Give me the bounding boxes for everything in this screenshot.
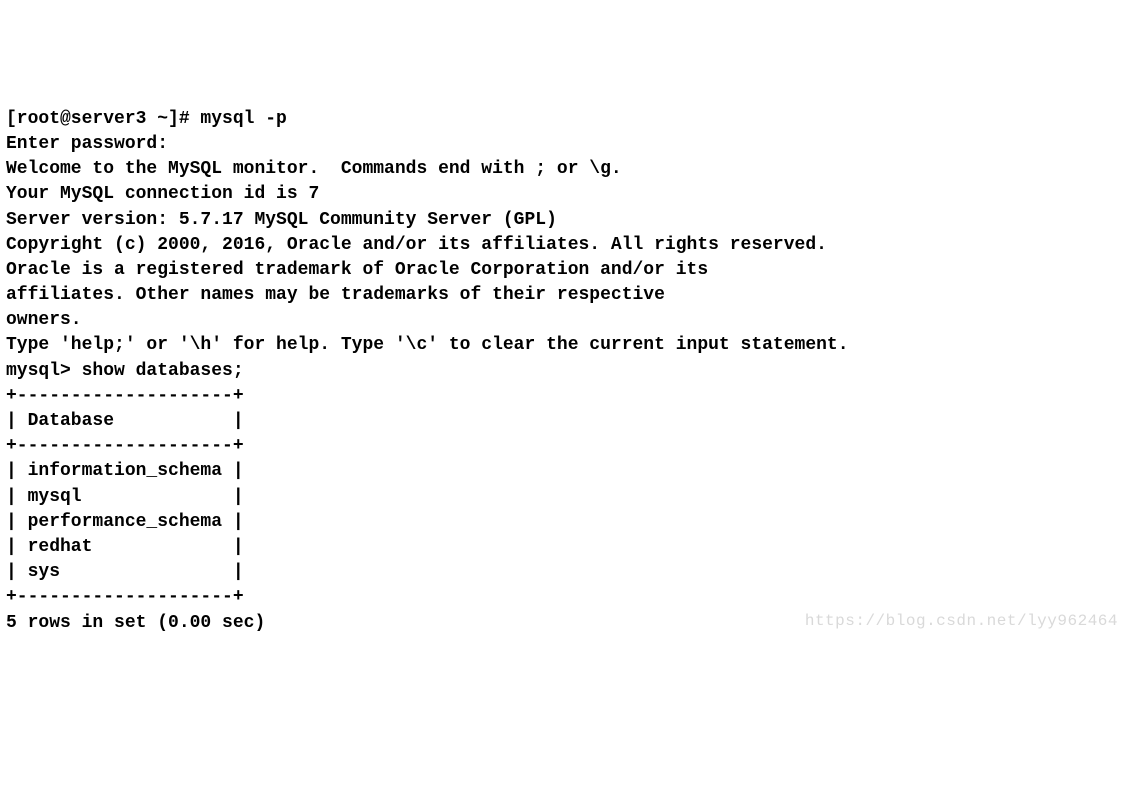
help-line: Type 'help;' or '\h' for help. Type '\c'… (6, 333, 1126, 358)
terminal-output[interactable]: [root@server3 ~]# mysql -pEnter password… (6, 107, 1126, 636)
table-border: +--------------------+ (6, 434, 1126, 459)
copyright-line: Copyright (c) 2000, 2016, Oracle and/or … (6, 233, 1126, 258)
mysql-prompt-line: mysql> show databases; (6, 359, 1126, 384)
welcome-line: Welcome to the MySQL monitor. Commands e… (6, 157, 1126, 182)
trademark-line-2: affiliates. Other names may be trademark… (6, 283, 1126, 308)
connection-id-line: Your MySQL connection id is 7 (6, 182, 1126, 207)
table-row: | performance_schema | (6, 510, 1126, 535)
trademark-line-3: owners. (6, 308, 1126, 333)
watermark-text: https://blog.csdn.net/lyy962464 (805, 610, 1118, 632)
table-row: | information_schema | (6, 459, 1126, 484)
server-version-line: Server version: 5.7.17 MySQL Community S… (6, 208, 1126, 233)
table-row: | mysql | (6, 485, 1126, 510)
shell-prompt-line: [root@server3 ~]# mysql -p (6, 107, 1126, 132)
table-border: +--------------------+ (6, 585, 1126, 610)
table-border: +--------------------+ (6, 384, 1126, 409)
table-row: | redhat | (6, 535, 1126, 560)
table-row: | sys | (6, 560, 1126, 585)
password-prompt: Enter password: (6, 132, 1126, 157)
trademark-line-1: Oracle is a registered trademark of Orac… (6, 258, 1126, 283)
table-header: | Database | (6, 409, 1126, 434)
